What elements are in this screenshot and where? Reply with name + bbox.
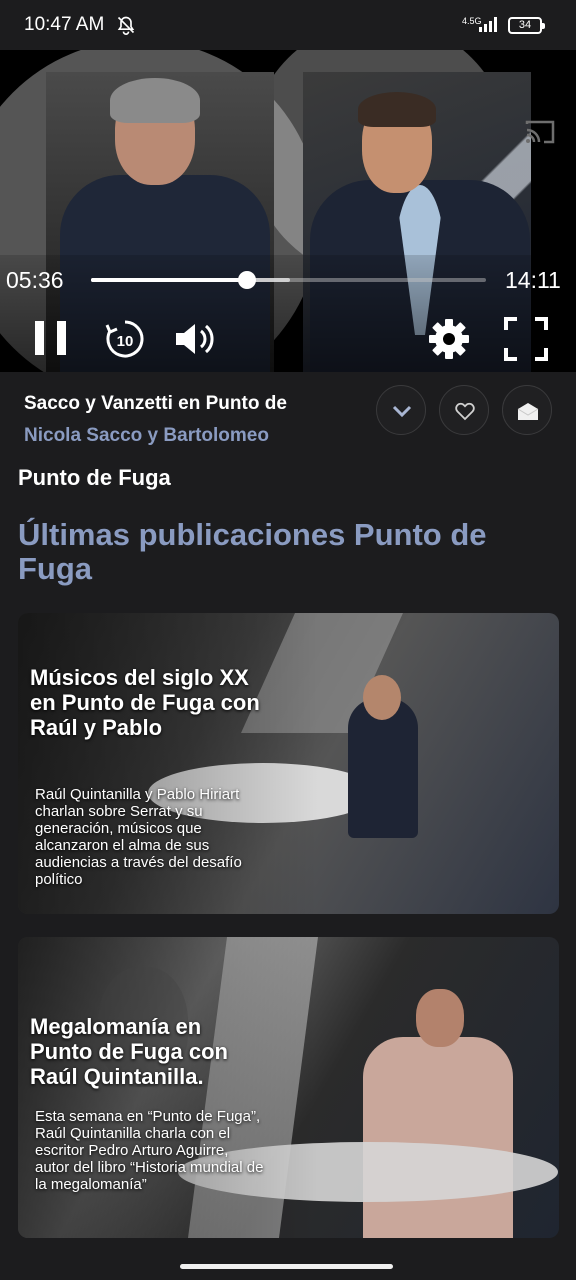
favorite-button[interactable] xyxy=(439,385,489,435)
envelope-icon xyxy=(517,403,539,420)
battery-icon: 34 xyxy=(508,17,545,34)
heart-icon xyxy=(455,402,475,421)
signal-icon xyxy=(479,17,497,32)
total-time: 14:11 xyxy=(505,267,561,293)
battery-level: 34 xyxy=(518,19,532,31)
episode-title[interactable]: Sacco y Vanzetti en Punto de xyxy=(24,393,354,415)
program-name[interactable]: Punto de Fuga xyxy=(18,465,171,491)
section-title: Últimas publicaciones Punto de Fuga xyxy=(18,517,487,586)
card-title: Megalomanía en Punto de Fuga con Raúl Qu… xyxy=(30,1014,228,1089)
pause-button[interactable] xyxy=(28,316,74,362)
guest-head xyxy=(363,675,401,720)
guest-hair xyxy=(358,92,436,127)
guest-head xyxy=(416,989,464,1047)
publication-card[interactable]: Músicos del siglo XX en Punto de Fuga co… xyxy=(18,613,559,914)
fullscreen-button[interactable] xyxy=(503,316,549,362)
card-description: Esta semana en “Punto de Fuga”, Raúl Qui… xyxy=(35,1108,264,1193)
video-player[interactable]: 05:36 14:11 10 xyxy=(0,50,576,372)
card-title: Músicos del siglo XX en Punto de Fuga co… xyxy=(30,665,260,740)
host-hair xyxy=(110,78,200,123)
episode-subtitle[interactable]: Nicola Sacco y Bartolomeo xyxy=(24,425,354,447)
fullscreen-icon xyxy=(504,317,548,361)
gear-icon xyxy=(429,319,469,359)
home-indicator[interactable] xyxy=(180,1264,393,1269)
rewind-10-icon: 10 xyxy=(105,320,144,358)
svg-text:10: 10 xyxy=(117,333,134,350)
guest-figure xyxy=(363,1037,513,1238)
settings-button[interactable] xyxy=(426,316,472,362)
current-time: 05:36 xyxy=(6,267,64,293)
card-description: Raúl Quintanilla y Pablo Hiriart charlan… xyxy=(35,786,242,888)
volume-icon xyxy=(176,324,214,354)
bell-off-icon xyxy=(117,16,135,35)
controls-overlay xyxy=(0,255,576,372)
cast-icon[interactable] xyxy=(524,118,556,146)
expand-button[interactable] xyxy=(376,385,426,435)
seek-bar[interactable] xyxy=(91,271,486,289)
status-bar: 10:47 AM 4.5G 34 xyxy=(0,0,576,50)
publication-card[interactable]: Megalomanía en Punto de Fuga con Raúl Qu… xyxy=(18,937,559,1238)
status-time: 10:47 AM xyxy=(24,14,105,35)
seek-thumb[interactable] xyxy=(238,271,257,289)
chevron-down-icon xyxy=(392,405,412,418)
seek-progress xyxy=(91,278,248,282)
rewind-10-button[interactable]: 10 xyxy=(102,316,148,362)
pause-icon xyxy=(35,321,66,355)
share-button[interactable] xyxy=(502,385,552,435)
volume-button[interactable] xyxy=(172,316,218,362)
